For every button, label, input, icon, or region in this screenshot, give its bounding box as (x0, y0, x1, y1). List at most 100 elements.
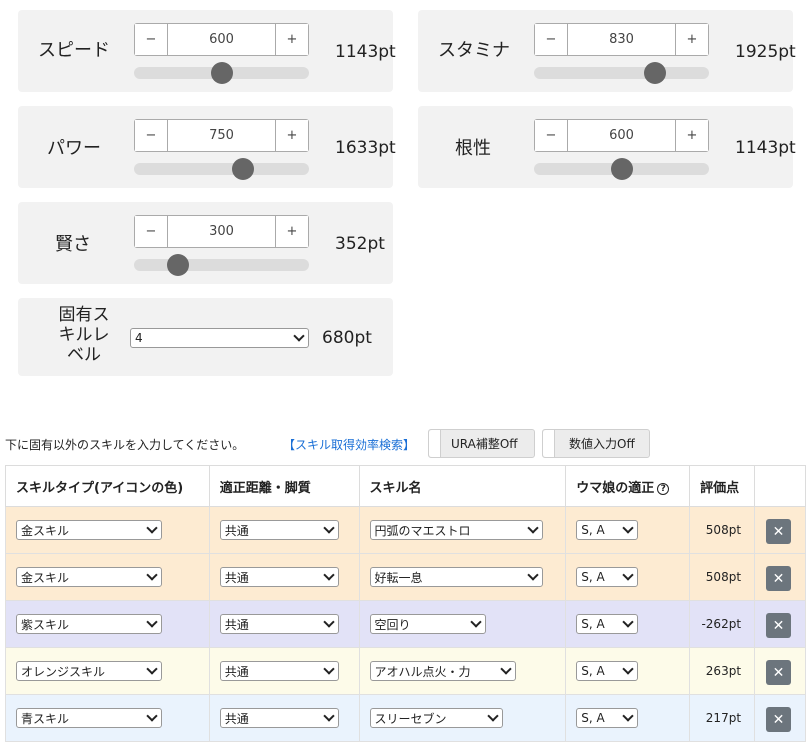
stat-label-power: パワー (47, 138, 101, 159)
guts-increment-button[interactable]: + (675, 120, 708, 151)
skills-table: スキルタイプ(アイコンの色) 適正距離・脚質 スキル名 ウマ娘の適正? 評価点 … (5, 465, 806, 742)
speed-slider[interactable] (134, 62, 309, 84)
distance-select[interactable]: 共通 (219, 661, 339, 681)
chevron-down-icon (622, 616, 634, 628)
power-slider-thumb[interactable] (232, 158, 255, 180)
delete-row-button[interactable]: ✕ (766, 613, 792, 638)
distance-select[interactable]: 共通 (219, 567, 339, 587)
wisdom-value[interactable]: 300 (168, 216, 275, 247)
aptitude-select[interactable]: S, A (576, 661, 639, 681)
skill-name-select[interactable]: スリーセブン (369, 708, 503, 728)
skill-name-select[interactable]: 円弧のマエストロ (369, 520, 543, 540)
aptitude-value: S, A (581, 617, 605, 631)
stat-label-speed: スピード (38, 40, 110, 61)
speed-slider-thumb[interactable] (210, 62, 233, 84)
stamina-value[interactable]: 830 (568, 24, 675, 55)
distance-select[interactable]: 共通 (219, 520, 339, 540)
stamina-increment-button[interactable]: + (675, 24, 708, 55)
distance-select[interactable]: 共通 (219, 614, 339, 634)
aptitude-value: S, A (581, 570, 605, 584)
chevron-down-icon (622, 569, 634, 581)
wisdom-decrement-button[interactable]: − (135, 216, 168, 247)
distance-select[interactable]: 共通 (219, 708, 339, 728)
speed-stepper[interactable]: − 600 + (134, 23, 309, 56)
aptitude-select[interactable]: S, A (576, 614, 639, 634)
header-distance: 適正距離・脚質 (208, 465, 360, 507)
power-decrement-button[interactable]: − (135, 120, 168, 151)
skill-type-select[interactable]: 金スキル (16, 520, 162, 540)
power-value[interactable]: 750 (168, 120, 275, 151)
stamina-decrement-button[interactable]: − (535, 24, 568, 55)
unique-skill-level-value: 4 (135, 331, 143, 345)
wisdom-slider-thumb[interactable] (166, 254, 189, 276)
delete-row-button[interactable]: ✕ (766, 566, 792, 591)
distance-value: 共通 (224, 617, 249, 632)
ura-correction-toggle[interactable]: URA補整Off (428, 429, 535, 458)
skill-type-select[interactable]: オレンジスキル (16, 661, 162, 681)
skill-name-value: 空回り (374, 617, 411, 632)
chevron-down-icon (486, 710, 499, 722)
chevron-down-icon (323, 663, 335, 675)
aptitude-value: S, A (581, 523, 605, 537)
power-stepper[interactable]: − 750 + (134, 119, 309, 152)
skill-type-value: 金スキル (21, 570, 70, 585)
skill-type-select[interactable]: 青スキル (16, 708, 162, 728)
skill-score: -262pt (689, 600, 756, 648)
table-row: 金スキル 共通 好転一息 S, A 508pt ✕ (5, 553, 806, 601)
stat-label-wisdom: 賢さ (55, 234, 91, 255)
stamina-slider-thumb[interactable] (643, 62, 666, 84)
skill-efficiency-search-link[interactable]: 【スキル取得効率検索】 (283, 436, 415, 453)
wisdom-points: 352pt (335, 234, 385, 254)
stat-card-speed: スピード − 600 + 1143pt (18, 10, 396, 92)
unique-skill-level-select[interactable]: 4 (130, 328, 309, 348)
chevron-down-icon (622, 710, 634, 722)
unique-skill-label: 固有スキルレベル (58, 305, 110, 365)
aptitude-select[interactable]: S, A (576, 520, 639, 540)
speed-value[interactable]: 600 (168, 24, 275, 55)
skill-name-select[interactable]: アオハル点火・力 (369, 661, 516, 681)
stamina-slider[interactable] (534, 62, 709, 84)
aptitude-select[interactable]: S, A (576, 567, 639, 587)
guts-slider-thumb[interactable] (610, 158, 633, 180)
delete-row-button[interactable]: ✕ (766, 660, 792, 685)
speed-points: 1143pt (335, 42, 396, 62)
delete-row-button[interactable]: ✕ (766, 519, 792, 544)
aptitude-value: S, A (581, 664, 605, 678)
aptitude-value: S, A (581, 711, 605, 725)
skill-score: 508pt (689, 506, 756, 554)
wisdom-increment-button[interactable]: + (275, 216, 308, 247)
wisdom-slider[interactable] (134, 254, 309, 276)
skill-score: 508pt (689, 553, 756, 601)
stat-card-guts: 根性 − 600 + 1143pt (418, 106, 796, 188)
skill-name-value: 好転一息 (374, 570, 423, 585)
guts-stepper[interactable]: − 600 + (534, 119, 709, 152)
chevron-down-icon (146, 663, 158, 675)
power-points: 1633pt (335, 138, 396, 158)
wisdom-stepper[interactable]: − 300 + (134, 215, 309, 248)
skill-name-value: アオハル点火・力 (374, 664, 471, 679)
numeric-input-toggle[interactable]: 数値入力Off (542, 429, 650, 458)
skill-type-select[interactable]: 金スキル (16, 567, 162, 587)
power-increment-button[interactable]: + (275, 120, 308, 151)
guts-value[interactable]: 600 (568, 120, 675, 151)
speed-decrement-button[interactable]: − (135, 24, 168, 55)
header-score: 評価点 (689, 465, 756, 507)
power-slider[interactable] (134, 158, 309, 180)
aptitude-select[interactable]: S, A (576, 708, 639, 728)
skill-type-value: 青スキル (21, 711, 70, 726)
guts-decrement-button[interactable]: − (535, 120, 568, 151)
help-icon[interactable]: ? (657, 482, 670, 495)
distance-value: 共通 (224, 664, 249, 679)
chevron-down-icon (323, 569, 335, 581)
table-row: 金スキル 共通 円弧のマエストロ S, A 508pt ✕ (5, 506, 806, 554)
speed-increment-button[interactable]: + (275, 24, 308, 55)
skill-name-select[interactable]: 空回り (369, 614, 486, 634)
skill-name-select[interactable]: 好転一息 (369, 567, 543, 587)
unique-skill-points: 680pt (322, 328, 372, 348)
guts-slider[interactable] (534, 158, 709, 180)
stat-card-wisdom: 賢さ − 300 + 352pt (18, 202, 393, 284)
stamina-stepper[interactable]: − 830 + (534, 23, 709, 56)
header-skill-type: スキルタイプ(アイコンの色) (5, 465, 210, 507)
delete-row-button[interactable]: ✕ (766, 707, 792, 732)
skill-type-select[interactable]: 紫スキル (16, 614, 162, 634)
